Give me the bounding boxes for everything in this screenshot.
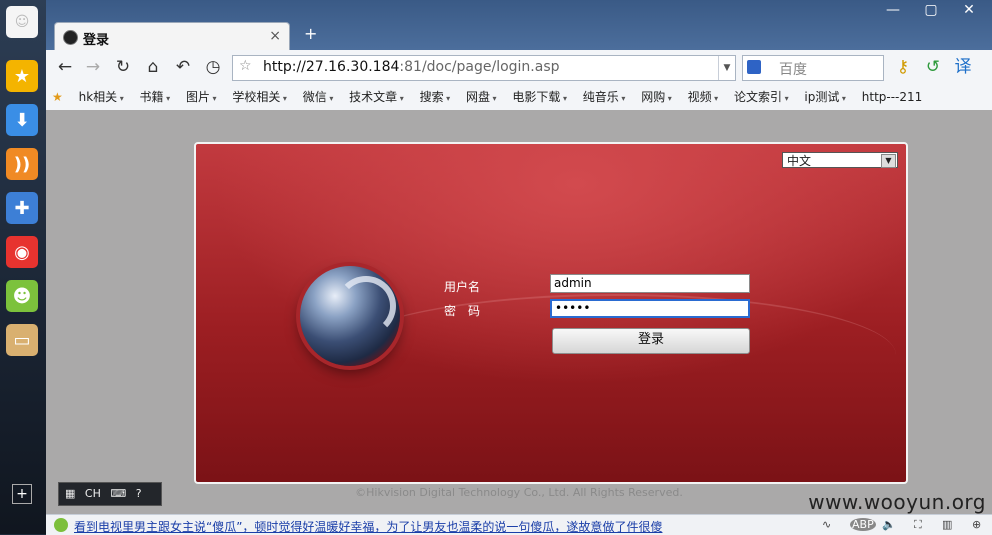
undo-icon[interactable]: ↶: [172, 56, 194, 78]
tab-title: 登录: [83, 33, 110, 48]
password-input[interactable]: •••••: [550, 299, 750, 318]
bookmark-item[interactable]: 电影下载: [506, 84, 573, 110]
download-icon[interactable]: ⬇: [6, 104, 38, 136]
bookmark-item[interactable]: 微信: [297, 84, 340, 110]
bookmark-item[interactable]: 书籍: [134, 84, 177, 110]
forward-icon[interactable]: →: [82, 56, 104, 78]
refresh-green-icon[interactable]: ↺: [922, 56, 944, 78]
username-label: 用户名: [444, 280, 481, 294]
rss-icon[interactable]: )): [6, 148, 38, 180]
hikvision-logo-globe-icon: [300, 266, 400, 366]
username-input[interactable]: admin: [550, 274, 750, 293]
globe-arc: [336, 276, 396, 336]
refresh-icon[interactable]: ↻: [112, 56, 134, 78]
address-bar[interactable]: ☆ http://27.16.30.184:81/doc/page/login.…: [232, 55, 736, 81]
volume-icon[interactable]: 🔈: [882, 518, 896, 531]
history-icon[interactable]: ◷: [202, 56, 224, 78]
ime-toolbar[interactable]: ▦ CH ⌨ ?: [58, 482, 162, 506]
url-host: http://27.16.30.184: [263, 59, 400, 75]
bookmark-star-icon[interactable]: ☆: [239, 58, 252, 74]
maximize-icon[interactable]: ▢: [916, 2, 946, 20]
close-window-icon[interactable]: ✕: [954, 2, 984, 20]
page-content: 中文 ▼ 用户名 密 码 admin ••••• 登录 ©Hikvision D…: [46, 110, 992, 514]
news-smiley-icon: [54, 518, 68, 532]
help-icon[interactable]: ?: [136, 487, 142, 500]
status-bar: 看到电视里男主跟女主说“傻瓜”，顿时觉得好温暖好幸福，为了让男友也温柔的说一句傻…: [46, 514, 992, 535]
fullscreen-icon[interactable]: ⛶: [914, 518, 922, 532]
zoom-icon[interactable]: ⊕: [972, 518, 981, 531]
bookmark-item[interactable]: 网盘: [460, 84, 503, 110]
minimize-icon[interactable]: —: [878, 2, 908, 20]
bookmark-item[interactable]: 网购: [635, 84, 678, 110]
url-path: :81/doc/page/login.asp: [399, 59, 560, 75]
bookmark-item[interactable]: 论文索引: [728, 84, 795, 110]
search-placeholder: 百度: [779, 62, 807, 78]
bookmark-item[interactable]: ip测试: [798, 84, 852, 110]
bookmark-item[interactable]: 学校相关: [226, 84, 293, 110]
smiley-icon[interactable]: ☺: [6, 6, 38, 38]
search-box[interactable]: 百度: [742, 55, 884, 81]
login-panel: 中文 ▼ 用户名 密 码 admin ••••• 登录: [194, 142, 908, 484]
language-select[interactable]: 中文 ▼: [782, 152, 898, 168]
key-icon[interactable]: ⚷: [892, 56, 914, 78]
split-view-icon[interactable]: ▥: [942, 518, 952, 531]
news-ticker-link[interactable]: 看到电视里男主跟女主说“傻瓜”，顿时觉得好温暖好幸福，为了让男友也温柔的说一句傻…: [74, 518, 662, 535]
bookmark-item[interactable]: 纯音乐: [577, 84, 632, 110]
note-icon[interactable]: ▭: [6, 324, 38, 356]
dock-add-button[interactable]: +: [12, 484, 32, 504]
back-icon[interactable]: ←: [54, 56, 76, 78]
bookmark-item[interactable]: 图片: [180, 84, 223, 110]
weibo-icon[interactable]: ◉: [6, 236, 38, 268]
gamepad-icon[interactable]: ✚: [6, 192, 38, 224]
ime-mode-label[interactable]: CH: [85, 487, 101, 500]
network-icon[interactable]: ∿: [822, 518, 831, 531]
keyboard-icon[interactable]: ⌨: [110, 487, 126, 500]
bookmark-item[interactable]: 视频: [682, 84, 725, 110]
search-engine-icon[interactable]: [747, 60, 761, 74]
url-text: http://27.16.30.184:81/doc/page/login.as…: [263, 59, 560, 75]
language-value: 中文: [787, 154, 812, 168]
bookmarks-bar: ★ hk相关 书籍 图片 学校相关 微信 技术文章 搜索 网盘 电影下载 纯音乐…: [46, 84, 992, 111]
bookmarks-star-icon[interactable]: ★: [46, 84, 69, 110]
password-label: 密 码: [444, 304, 481, 318]
bookmark-item[interactable]: hk相关: [73, 84, 130, 110]
bookmark-item[interactable]: 技术文章: [343, 84, 410, 110]
login-button[interactable]: 登录: [552, 328, 750, 354]
translate-icon[interactable]: 译: [952, 56, 974, 78]
emoji-icon[interactable]: ☻: [6, 280, 38, 312]
tab-login[interactable]: 登录 ×: [54, 22, 290, 51]
watermark-text: www.wooyun.org: [808, 490, 986, 514]
left-dock: ☺ ★ ⬇ )) ✚ ◉ ☻ ▭ +: [0, 0, 46, 534]
chevron-down-icon[interactable]: ▼: [881, 154, 896, 168]
grid-icon: ▦: [65, 487, 76, 500]
new-tab-button[interactable]: +: [304, 24, 317, 43]
address-dropdown-icon[interactable]: ▼: [718, 56, 735, 80]
page-favicon-icon: [63, 30, 78, 45]
nav-toolbar: ← → ↻ ⌂ ↶ ◷ ☆ http://27.16.30.184:81/doc…: [46, 50, 992, 85]
bookmark-page-item[interactable]: http---211: [856, 84, 929, 110]
tab-bar: 登录 × + — ▢ ✕: [46, 0, 992, 51]
star-icon[interactable]: ★: [6, 60, 38, 92]
home-icon[interactable]: ⌂: [142, 56, 164, 78]
close-tab-icon[interactable]: ×: [269, 28, 281, 44]
adblock-icon[interactable]: ABP: [850, 518, 876, 531]
bookmark-item[interactable]: 搜索: [414, 84, 457, 110]
